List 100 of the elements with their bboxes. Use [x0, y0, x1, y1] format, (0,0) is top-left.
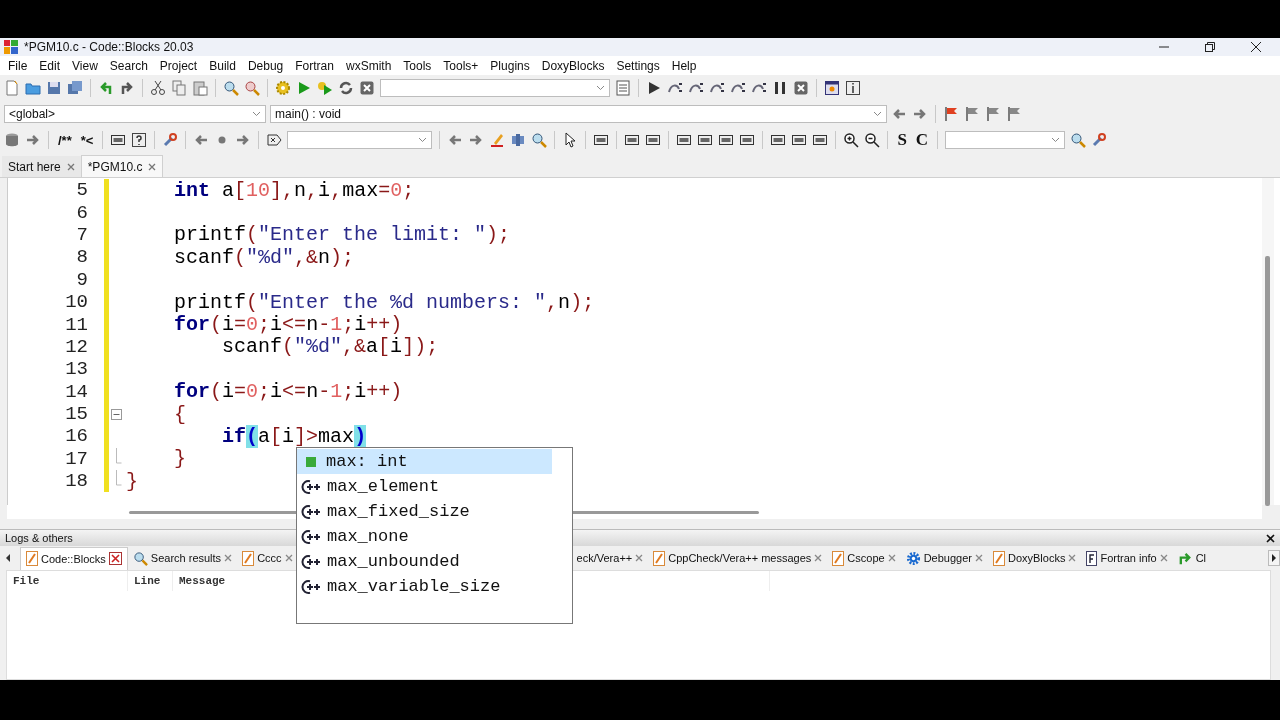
suggestion-item[interactable]: max_unbounded — [297, 549, 552, 574]
log-tab[interactable]: CppCheck/Vera++ messages — [648, 547, 828, 569]
maximize-icon[interactable] — [1204, 41, 1216, 53]
menu-item[interactable]: wxSmith — [339, 58, 398, 73]
column-header[interactable]: File — [7, 571, 128, 591]
paste-icon[interactable] — [192, 80, 208, 96]
zoom-in-icon[interactable] — [843, 132, 860, 148]
suggestion-item[interactable]: max_none — [297, 524, 552, 549]
editor-tab[interactable]: Start here — [2, 156, 81, 177]
save-all-icon[interactable] — [67, 80, 83, 96]
column-header[interactable]: Line — [128, 571, 173, 591]
suggestion-item[interactable]: max_fixed_size — [297, 499, 552, 524]
log-tab[interactable]: Code::Blocks — [20, 546, 128, 570]
log-tab[interactable]: Fortran info — [1081, 547, 1173, 569]
replace-icon[interactable] — [244, 80, 260, 96]
log-tab[interactable]: Cl — [1172, 547, 1212, 569]
editor-tab[interactable]: *PGM10.c — [80, 155, 164, 177]
close-icon[interactable] — [1266, 533, 1275, 543]
frame-icon[interactable] — [624, 132, 641, 148]
new-file-icon[interactable] — [4, 80, 20, 96]
code-line: printf("Enter the limit: "); — [173, 223, 511, 247]
scroll-left-icon[interactable] — [4, 553, 12, 563]
menu-item[interactable]: Fortran — [289, 58, 340, 73]
wrench-icon[interactable] — [1091, 132, 1108, 148]
comment-button[interactable]: /** — [56, 132, 74, 148]
menu-item[interactable]: Project — [153, 58, 204, 73]
tag-icon[interactable] — [266, 132, 283, 148]
suggestion-item[interactable]: max_variable_size — [297, 574, 552, 599]
search-icon[interactable] — [223, 80, 239, 96]
log-tab[interactable]: Search results — [127, 547, 238, 569]
cut-icon[interactable] — [150, 80, 166, 96]
suggestion-item[interactable]: max_element — [297, 474, 552, 499]
flag-icon[interactable] — [964, 106, 980, 122]
frame-icon[interactable] — [697, 132, 714, 148]
log-tab[interactable]: Debugger — [900, 547, 988, 569]
build-run-icon[interactable] — [317, 80, 333, 96]
stop-icon[interactable] — [793, 80, 809, 96]
zoom-out-icon[interactable] — [864, 132, 881, 148]
bookmark-flag-icon[interactable] — [943, 106, 959, 122]
frame-icon[interactable] — [770, 132, 787, 148]
menu-item[interactable]: DoxyBlocks — [535, 58, 611, 73]
suggestion-item[interactable]: max: int — [297, 449, 552, 474]
menu-item[interactable]: Edit — [33, 58, 67, 73]
list-icon[interactable] — [615, 80, 631, 96]
log-tab[interactable]: Cccc — [237, 547, 298, 569]
menu-item[interactable]: Search — [103, 58, 154, 73]
frame-icon[interactable] — [718, 132, 735, 148]
menu-item[interactable]: Build — [203, 58, 242, 73]
help-icon[interactable] — [131, 132, 148, 148]
rebuild-icon[interactable] — [338, 80, 354, 96]
info-icon[interactable] — [845, 80, 861, 96]
menu-item[interactable]: File — [2, 58, 34, 73]
undo-icon[interactable] — [98, 80, 114, 96]
menu-item[interactable]: Debug — [241, 58, 290, 73]
menu-item[interactable]: Help — [665, 58, 703, 73]
log-tab[interactable]: DoxyBlocks — [987, 547, 1082, 569]
copy-icon[interactable] — [171, 80, 187, 96]
menu-item[interactable]: View — [66, 58, 104, 73]
search-icon[interactable] — [531, 132, 548, 148]
frame-icon[interactable] — [676, 132, 693, 148]
menu-item[interactable]: Tools+ — [437, 58, 485, 73]
redo-icon[interactable] — [119, 80, 135, 96]
function-dropdown[interactable]: main() : void — [270, 105, 887, 123]
close-icon[interactable] — [108, 552, 122, 565]
fold-icon[interactable] — [111, 408, 122, 420]
pause-icon[interactable] — [772, 80, 788, 96]
format-button[interactable]: C — [913, 130, 931, 150]
code-line: int a[10],n,i,max=0; — [173, 178, 415, 202]
flag-icon[interactable] — [1006, 106, 1022, 122]
log-tab[interactable]: eck/Vera++ — [571, 547, 649, 569]
gear-icon — [905, 550, 921, 566]
frame-icon[interactable] — [645, 132, 662, 148]
format-button[interactable]: S — [895, 130, 909, 150]
gear-icon[interactable] — [275, 80, 291, 96]
menu-item[interactable]: Tools — [397, 58, 438, 73]
frame-icon[interactable] — [739, 132, 756, 148]
menu-item[interactable]: Settings — [610, 58, 666, 73]
database-icon[interactable] — [4, 132, 20, 148]
window-title: *PGM10.c - Code::Blocks 20.03 — [24, 40, 194, 54]
log-tab[interactable]: Cscope — [827, 547, 901, 569]
scroll-right-icon[interactable] — [1268, 550, 1280, 566]
frame-icon[interactable] — [812, 132, 829, 148]
open-folder-icon[interactable] — [25, 80, 41, 96]
highlighter-icon[interactable] — [489, 132, 506, 148]
close-icon[interactable] — [1250, 41, 1262, 53]
wrench-icon[interactable] — [162, 132, 179, 148]
frame-icon[interactable] — [110, 132, 127, 148]
comment-button[interactable]: *< — [78, 132, 96, 148]
flag-icon[interactable] — [985, 106, 1001, 122]
debug-icon[interactable] — [646, 80, 662, 96]
menu-item[interactable]: Plugins — [484, 58, 536, 73]
frame-icon[interactable] — [593, 132, 610, 148]
run-icon[interactable] — [296, 80, 312, 96]
save-icon[interactable] — [46, 80, 62, 96]
scope-dropdown[interactable]: <global> — [4, 105, 266, 123]
vertical-scrollbar[interactable] — [1262, 178, 1274, 505]
search-icon[interactable] — [1070, 132, 1087, 148]
class-icon — [301, 552, 321, 571]
stop-icon[interactable] — [359, 80, 375, 96]
frame-icon[interactable] — [791, 132, 808, 148]
